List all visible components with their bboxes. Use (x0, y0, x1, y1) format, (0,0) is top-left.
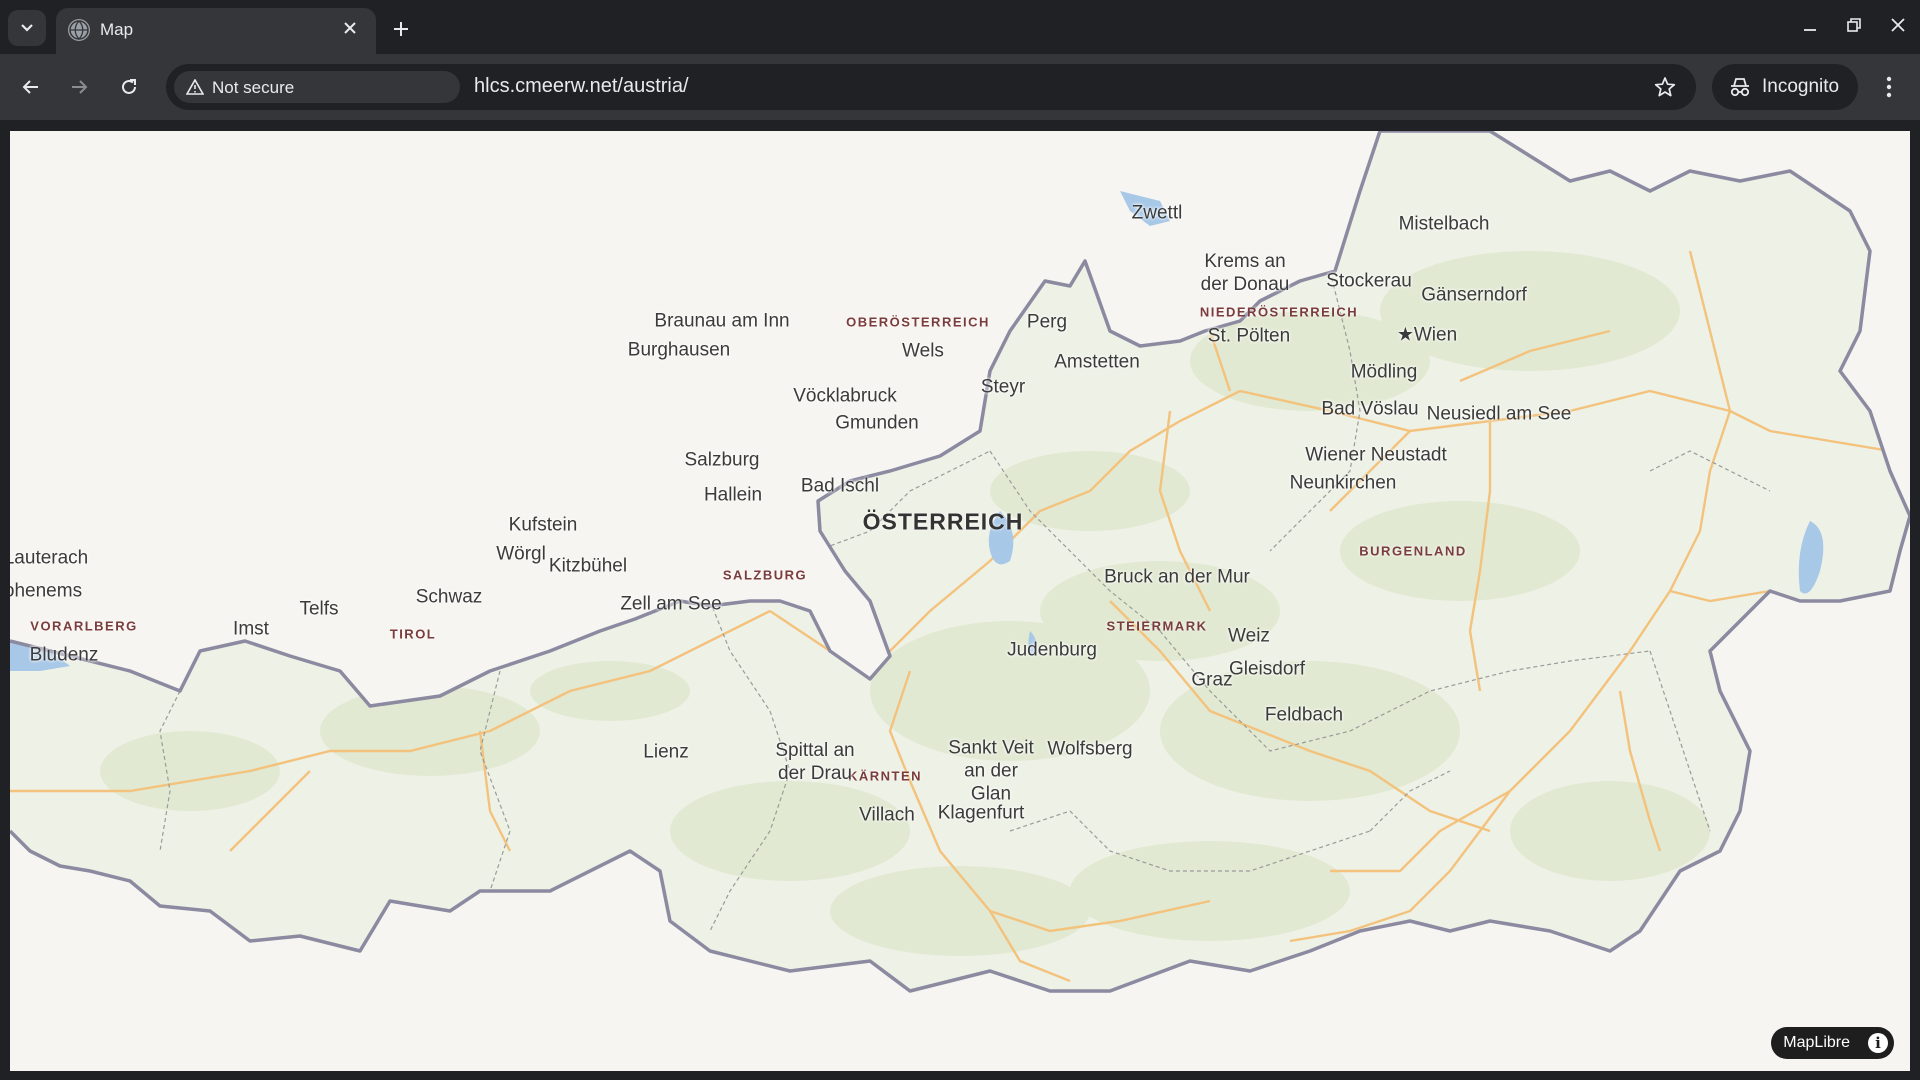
country-label: ÖSTERREICH (862, 508, 1024, 535)
city-label: Gleisdorf (1228, 658, 1306, 680)
kebab-menu-icon[interactable] (1874, 70, 1904, 104)
city-label: ★Wien (1397, 324, 1457, 347)
city-label: Vöcklabruck (793, 385, 897, 407)
city-label: Stockerau (1326, 270, 1412, 292)
map-basemap (10, 131, 1910, 993)
city-label: Neusiedl am See (1426, 403, 1572, 425)
incognito-chip[interactable]: Incognito (1712, 64, 1858, 110)
city-label: Wiener Neustadt (1305, 444, 1447, 466)
city-label: Klagenfurt (937, 802, 1025, 824)
city-label: Imst (233, 618, 269, 640)
city-label: Weiz (1228, 625, 1270, 647)
reload-icon[interactable] (112, 70, 146, 104)
city-label: Wörgl (496, 543, 546, 565)
city-label: Mistelbach (1398, 213, 1490, 235)
city-label: Schwaz (415, 586, 483, 608)
url-text[interactable]: hlcs.cmeerw.net/austria/ (474, 75, 689, 98)
city-label: Kitzbühel (548, 555, 628, 577)
city-label: Sankt Veit an der Glan (948, 737, 1034, 805)
minimize-icon[interactable] (1792, 10, 1828, 40)
region-label: OBERÖSTERREICH (846, 314, 990, 330)
region-label: STEIERMARK (1106, 618, 1208, 634)
plus-icon[interactable] (386, 14, 416, 44)
city-label: Bludenz (29, 644, 99, 666)
city-label: Zell am See (620, 593, 722, 615)
city-label: St. Pölten (1207, 325, 1291, 347)
window-close-icon[interactable] (1880, 10, 1916, 40)
city-label: Lauterach (10, 547, 89, 569)
region-label: NIEDERÖSTERREICH (1199, 304, 1359, 320)
city-label: Perg (1026, 311, 1068, 333)
capital-star-icon: ★ (1396, 324, 1414, 346)
city-label: Wolfsberg (1047, 738, 1133, 760)
city-label: Feldbach (1264, 704, 1344, 726)
city-label: Graz (1191, 669, 1233, 691)
city-label: Neunkirchen (1289, 472, 1397, 494)
browser-toolbar: Not secure hlcs.cmeerw.net/austria/ Inco… (0, 54, 1920, 120)
address-bar[interactable]: Not secure hlcs.cmeerw.net/austria/ (166, 64, 1696, 110)
city-label: Villach (859, 804, 915, 826)
region-label: BURGENLAND (1359, 543, 1467, 559)
tab-title: Map (100, 20, 134, 39)
region-label: SALZBURG (722, 567, 808, 583)
close-icon[interactable] (338, 16, 362, 40)
city-label: Kufstein (508, 514, 578, 536)
city-label: Amstetten (1054, 351, 1140, 373)
active-tab[interactable]: Map (56, 8, 376, 54)
city-label: ohenems (10, 580, 83, 602)
incognito-icon (1730, 78, 1750, 97)
restore-icon[interactable] (1836, 10, 1872, 40)
city-label: Spittal an der Drau (775, 740, 855, 784)
city-label: Telfs (299, 598, 339, 620)
city-label: Zwettl (1131, 202, 1183, 224)
city-label: Burghausen (627, 339, 731, 361)
globe-icon (68, 19, 90, 41)
forward-icon[interactable] (62, 70, 96, 104)
city-label: Bruck an der Mur (1104, 566, 1250, 588)
incognito-label: Incognito (1762, 76, 1840, 97)
map-canvas[interactable]: ÖSTERREICH OBERÖSTERREICH NIEDERÖSTERREI… (10, 131, 1910, 1071)
star-icon[interactable] (1652, 74, 1678, 100)
attribution-label: MapLibre (1783, 1034, 1850, 1051)
city-label: Hallein (703, 484, 763, 506)
city-label: Bad Ischl (800, 475, 880, 497)
city-label: Wels (902, 340, 944, 362)
back-icon[interactable] (14, 70, 48, 104)
city-label: Gmunden (835, 412, 919, 434)
city-label: Bad Vöslau (1321, 398, 1419, 420)
tab-dropdown-icon (21, 24, 33, 32)
region-label: TIROL (389, 626, 437, 642)
tab-search-button[interactable] (8, 10, 46, 46)
city-label: Gänserndorf (1421, 284, 1527, 306)
city-label: Steyr (980, 376, 1026, 398)
maplibre-attribution[interactable]: MapLibre i (1771, 1027, 1894, 1059)
warning-icon (186, 79, 204, 95)
city-label: Braunau am Inn (654, 310, 790, 332)
city-label: Judenburg (1007, 639, 1097, 661)
region-label: VORARLBERG (30, 618, 138, 634)
security-chip[interactable]: Not secure (174, 71, 460, 103)
info-icon[interactable]: i (1868, 1033, 1888, 1053)
city-label: Mödling (1350, 361, 1418, 383)
city-label: Krems an der Donau (1200, 251, 1290, 295)
city-label: Salzburg (684, 449, 760, 471)
security-label: Not secure (212, 78, 295, 97)
tab-strip: Map (0, 0, 1920, 54)
city-label: Lienz (643, 741, 689, 763)
city-name: Wien (1413, 324, 1458, 346)
